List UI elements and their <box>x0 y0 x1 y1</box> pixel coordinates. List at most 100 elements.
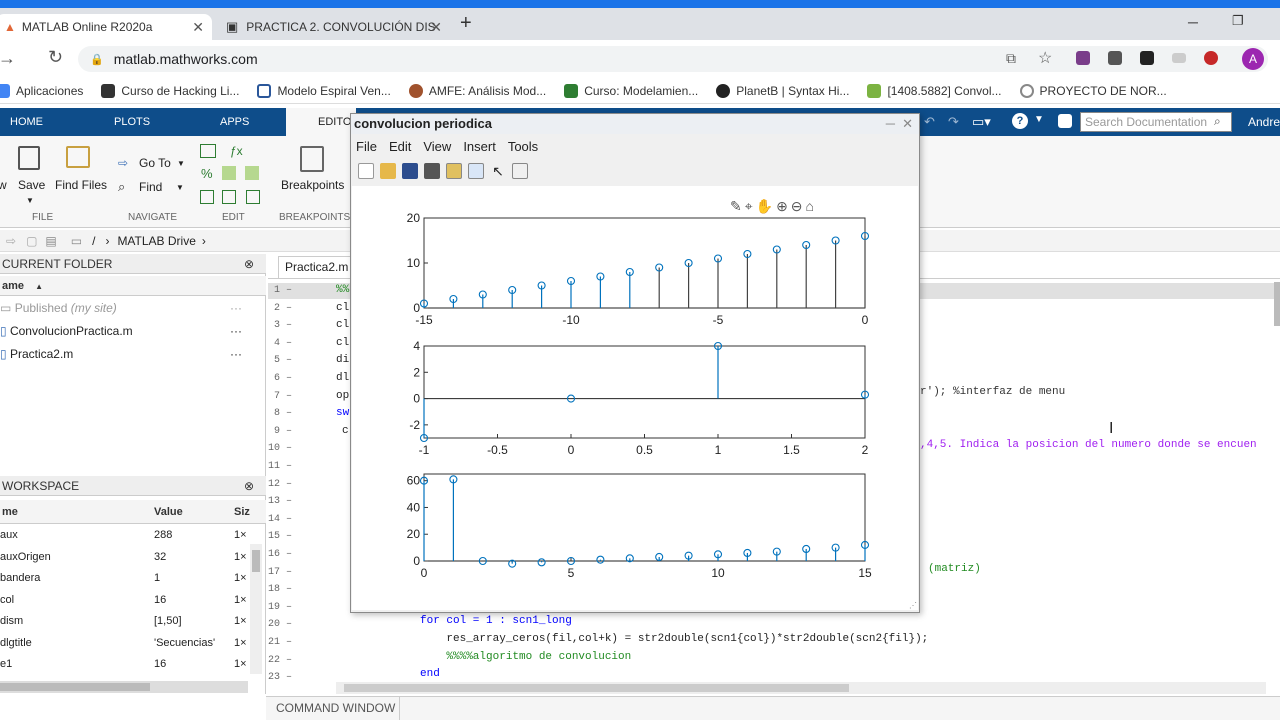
workspace-row[interactable]: dlgtitle 'Secuencias' 1× <box>0 633 266 655</box>
back-icon[interactable]: → <box>0 48 16 69</box>
legend-icon[interactable] <box>468 163 484 179</box>
workspace-row[interactable]: col 16 1× <box>0 590 266 612</box>
data-tips-icon[interactable]: ⌖ <box>745 198 756 214</box>
line-number[interactable]: 8 – <box>268 408 292 419</box>
workspace-row[interactable]: bandera 1 1× <box>0 568 266 590</box>
breakpoints-button[interactable]: Breakpoints <box>281 178 344 192</box>
pan-icon[interactable]: ✋ <box>756 198 776 214</box>
insert-icon[interactable] <box>200 144 216 158</box>
colorbar-icon[interactable] <box>446 163 462 179</box>
bookmark-item[interactable]: Aplicaciones <box>0 83 83 98</box>
help-dropdown-icon[interactable]: ▼ <box>1034 114 1044 125</box>
fx-icon[interactable]: ƒx <box>230 144 248 158</box>
close-tab-icon[interactable]: ✕ <box>430 19 442 36</box>
print-icon[interactable] <box>424 163 440 179</box>
line-number[interactable]: 16 – <box>268 549 292 560</box>
command-window-bar[interactable]: COMMAND WINDOW <box>266 696 1280 720</box>
line-number[interactable]: 17 – <box>268 567 292 578</box>
more-options-icon[interactable]: ··· <box>230 343 242 365</box>
close-icon[interactable]: ✕ <box>902 114 913 134</box>
workspace-row[interactable]: e1 16 1× <box>0 654 266 676</box>
outdent-icon[interactable] <box>222 190 236 204</box>
layout-icon[interactable]: ▭▾ <box>972 114 991 130</box>
save-button[interactable]: Save <box>18 178 45 192</box>
chevron-down-icon[interactable]: ▼ <box>177 159 185 168</box>
chevron-down-icon[interactable]: ▼ <box>176 183 184 192</box>
chevron-down-icon[interactable]: ▼ <box>26 196 34 205</box>
tab-editor[interactable]: EDITOR <box>286 108 359 136</box>
property-editor-icon[interactable] <box>512 163 528 179</box>
browser-tab-practica[interactable]: ▣ PRACTICA 2. CONVOLUCIÓN DIS ✕ <box>218 14 450 40</box>
line-number[interactable]: 12 – <box>268 479 292 490</box>
figure-title-bar[interactable]: convolucion periodica ─ ✕ <box>351 114 919 134</box>
find-files-button[interactable]: Find Files <box>55 178 107 192</box>
search-documentation-input[interactable]: Search Documentation <box>1080 112 1232 132</box>
drive-folder-icon[interactable]: ▭ <box>71 234 82 248</box>
uncomment-icon[interactable] <box>245 166 259 180</box>
brush-icon[interactable]: ✎ <box>730 198 745 214</box>
extension-icon[interactable] <box>1172 53 1186 63</box>
restore-icon[interactable]: ❐ <box>1232 13 1244 29</box>
tab-apps[interactable]: APPS <box>220 108 249 136</box>
line-number[interactable]: 11 – <box>268 461 292 472</box>
horizontal-scrollbar[interactable] <box>0 681 248 693</box>
home-icon[interactable]: ⌂ <box>806 198 817 214</box>
translate-icon[interactable]: ⧉ <box>1006 50 1016 67</box>
scrollbar-thumb[interactable] <box>0 683 150 691</box>
editor-tab-practica2[interactable]: Practica2.m <box>278 256 354 278</box>
line-number[interactable]: 18 – <box>268 584 292 595</box>
line-number[interactable]: 4 – <box>268 338 292 349</box>
line-number[interactable]: 7 – <box>268 391 292 402</box>
more-options-icon[interactable]: ··· <box>230 297 242 319</box>
bookmark-item[interactable]: [1408.5882] Convol... <box>867 83 1002 98</box>
menu-tools[interactable]: Tools <box>508 139 538 154</box>
bookmark-item[interactable]: Curso: Modelamien... <box>564 83 698 98</box>
line-number[interactable]: 6 – <box>268 373 292 384</box>
path-segment[interactable]: MATLAB Drive <box>117 234 195 248</box>
save-icon[interactable] <box>18 146 40 170</box>
extension-icon[interactable] <box>1076 51 1090 65</box>
line-number[interactable]: 10 – <box>268 443 292 454</box>
resize-grip-icon[interactable]: ⋰ <box>909 601 917 610</box>
more-options-icon[interactable]: ··· <box>230 320 242 342</box>
vertical-scrollbar[interactable] <box>1274 282 1280 326</box>
find-button[interactable]: Find <box>139 180 162 194</box>
line-number[interactable]: 13 – <box>268 496 292 507</box>
scrollbar-thumb[interactable] <box>344 684 849 692</box>
line-number[interactable]: 3 – <box>268 320 292 331</box>
indent-icon[interactable] <box>200 190 214 204</box>
comment-toggle-icon[interactable] <box>222 166 236 180</box>
minimize-icon[interactable]: ─ <box>886 114 895 134</box>
line-number[interactable]: 15 – <box>268 531 292 542</box>
up-folder-icon[interactable]: ▢ <box>26 234 37 248</box>
figure-window[interactable]: convolucion periodica ─ ✕ File Edit View… <box>350 113 920 613</box>
minimize-icon[interactable]: ─ <box>1188 14 1198 30</box>
line-number[interactable]: 5 – <box>268 355 292 366</box>
line-number[interactable]: 9 – <box>268 426 292 437</box>
tab-plots[interactable]: PLOTS <box>114 108 150 136</box>
vertical-scrollbar[interactable] <box>250 544 262 674</box>
select-arrow-icon[interactable]: ↖ <box>490 163 506 179</box>
browser-tab-matlab[interactable]: ▲ MATLAB Online R2020a ✕ <box>0 14 212 40</box>
menu-edit[interactable]: Edit <box>389 139 411 154</box>
bookmark-star-icon[interactable]: ☆ <box>1038 48 1052 68</box>
menu-view[interactable]: View <box>423 139 451 154</box>
smart-indent-icon[interactable] <box>246 190 260 204</box>
goto-button[interactable]: Go To <box>139 156 171 170</box>
find-files-icon[interactable] <box>66 146 90 168</box>
folder-item[interactable]: ▭ Published (my site) ··· <box>0 297 242 319</box>
tab-home[interactable]: HOME <box>10 108 43 136</box>
bookmark-item[interactable]: AMFE: Análisis Mod... <box>408 83 546 98</box>
bookmark-item[interactable]: PlanetB | Syntax Hi... <box>716 83 849 98</box>
close-tab-icon[interactable]: ✕ <box>192 19 204 36</box>
new-button-label[interactable]: w <box>0 178 7 192</box>
menu-insert[interactable]: Insert <box>463 139 496 154</box>
bookmark-item[interactable]: PROYECTO DE NOR... <box>1019 83 1167 98</box>
file-item[interactable]: ▯ Practica2.m ··· <box>0 343 242 365</box>
browse-folder-icon[interactable]: ▤ <box>45 234 56 248</box>
workspace-row[interactable]: dism [1,50] 1× <box>0 611 266 633</box>
extension-icon[interactable] <box>1204 51 1218 65</box>
zoom-in-icon[interactable]: ⊕ <box>776 198 791 214</box>
line-number[interactable]: 23 – <box>268 672 292 683</box>
file-item[interactable]: ▯ ConvolucionPractica.m ··· <box>0 320 242 342</box>
